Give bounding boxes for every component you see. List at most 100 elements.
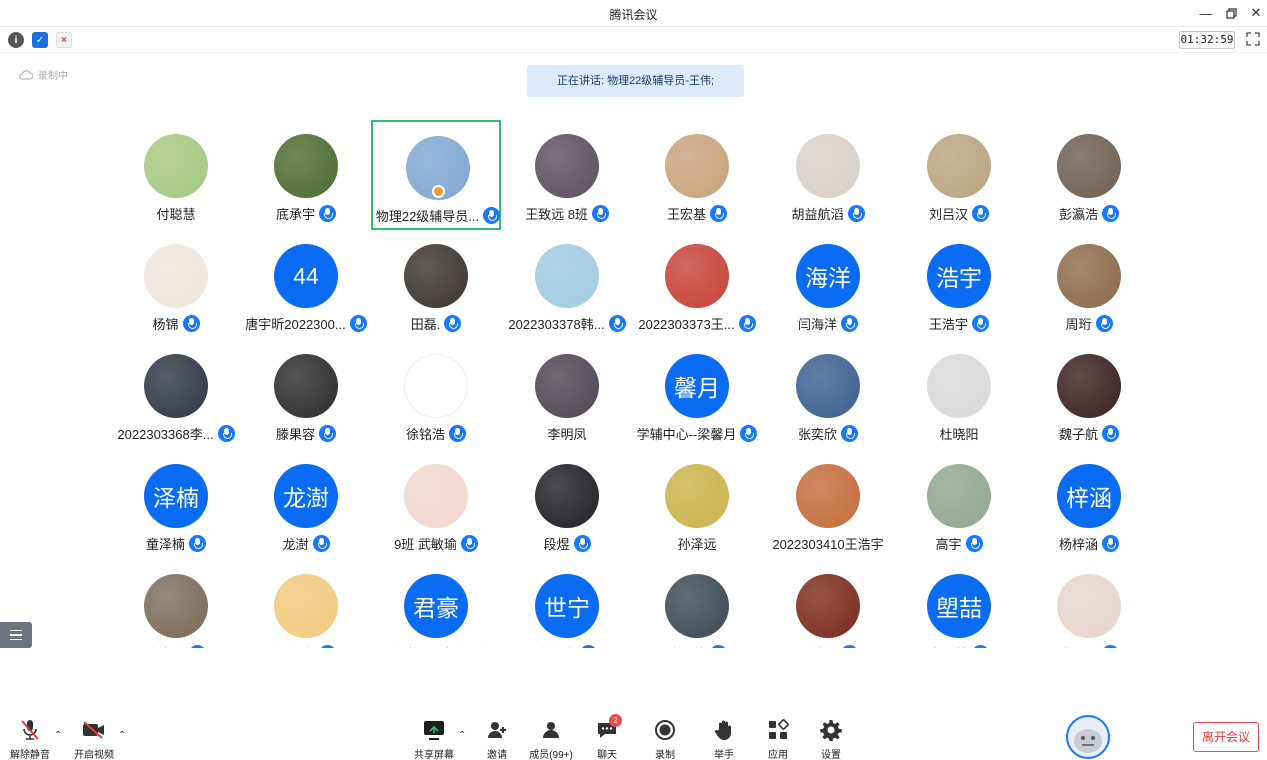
participant-label: 魏子航	[1014, 424, 1164, 443]
participant-tile[interactable]: 梓涵 杨梓涵	[1024, 450, 1154, 560]
participant-tile[interactable]: 高宇	[894, 450, 1024, 560]
mic-icon	[319, 645, 336, 648]
mic-icon	[189, 535, 206, 552]
participant-tile[interactable]: 物理22级辅导员...	[371, 120, 501, 230]
info-icon[interactable]: i	[8, 32, 24, 48]
mic-icon	[182, 315, 200, 332]
share-screen-button[interactable]: 共享屏幕	[404, 718, 464, 760]
participant-tile[interactable]: 陈熙航	[632, 560, 762, 648]
settings-button[interactable]: 设置	[801, 718, 861, 760]
participant-name: 9班 武敏瑜	[394, 537, 457, 552]
participant-tile[interactable]: 龙澍 龙澍	[241, 450, 371, 560]
participant-tile[interactable]: 刘吕汉	[894, 120, 1024, 230]
participant-tile[interactable]: 何振宇	[241, 560, 371, 648]
unmute-button[interactable]: 解除静音	[0, 718, 60, 760]
members-icon	[539, 718, 563, 742]
raise-hand-button[interactable]: 举手	[694, 718, 754, 760]
chat-button[interactable]: 2 聊天	[577, 714, 637, 760]
participant-tile[interactable]: 浩宇 王浩宇	[894, 230, 1024, 340]
minimize-icon[interactable]: —	[1196, 4, 1216, 22]
mic-icon	[972, 205, 989, 222]
members-button[interactable]: 成员(99+)	[521, 718, 581, 760]
participant-name: 李嘉豪	[146, 644, 185, 648]
participant-tile[interactable]: 李嘉豪	[111, 560, 241, 648]
participant-name: 物理22级辅导员...	[375, 209, 480, 224]
participant-tile[interactable]: 孙泽远	[632, 450, 762, 560]
participant-avatar	[144, 354, 208, 418]
participant-tile[interactable]: 底承宇	[241, 120, 371, 230]
participant-tile[interactable]: 杜晓阳	[894, 340, 1024, 450]
network-icon[interactable]: ×	[56, 32, 72, 48]
mic-icon	[1102, 535, 1119, 552]
participant-avatar	[1057, 134, 1121, 198]
apps-button[interactable]: 应用	[748, 718, 808, 760]
participant-tile[interactable]: 崔子昕	[1024, 560, 1154, 648]
participant-tile[interactable]: 2022303368李...	[111, 340, 241, 450]
participant-tile[interactable]: 张奕欣	[763, 340, 893, 450]
participant-tile[interactable]: 魏子航	[1024, 340, 1154, 450]
start-video-label: 开启视频	[74, 750, 114, 760]
participant-label: 李嘉豪	[101, 644, 251, 648]
participant-tile[interactable]: 彭瀛浩	[1024, 120, 1154, 230]
record-button[interactable]: 录制	[635, 718, 695, 760]
participant-tile[interactable]: 杨锦	[111, 230, 241, 340]
participant-tile[interactable]: 张捷铭	[763, 560, 893, 648]
participant-tile[interactable]: 2022303378韩...	[502, 230, 632, 340]
invite-label: 邀请	[487, 750, 507, 760]
shield-icon[interactable]: ✓	[32, 32, 48, 48]
apps-icon	[766, 718, 790, 742]
participant-label: 唐宇昕2022300...	[231, 314, 381, 333]
participant-tile[interactable]: 王宏基	[632, 120, 762, 230]
participant-tile[interactable]: 2022303410王浩宇	[763, 450, 893, 560]
participant-avatar	[144, 244, 208, 308]
mic-icon	[1102, 205, 1119, 222]
video-options-caret[interactable]: ⌃	[118, 730, 126, 741]
participant-tile[interactable]: 泽楠 童泽楠	[111, 450, 241, 560]
participant-tile[interactable]: 君豪 22级物理1班李君豪	[371, 560, 501, 648]
participant-tile[interactable]: 世宁李世宁	[502, 560, 632, 648]
participant-tile[interactable]: 馨月 学辅中心--梁馨月	[632, 340, 762, 450]
participant-tile[interactable]: 2022303373王...	[632, 230, 762, 340]
mic-icon	[580, 645, 597, 648]
start-video-button[interactable]: 开启视频	[64, 718, 124, 760]
invite-button[interactable]: 邀请	[467, 718, 527, 760]
participant-label: 杨梓涵	[1014, 534, 1164, 553]
participant-tile[interactable]: 李明凤	[502, 340, 632, 450]
participant-tile[interactable]: 塱喆崔盟喆	[894, 560, 1024, 648]
leave-meeting-button[interactable]: 离开会议	[1193, 722, 1259, 752]
participant-avatar	[927, 354, 991, 418]
share-options-caret[interactable]: ⌃	[458, 730, 466, 741]
participant-tile[interactable]: 付聪慧	[111, 120, 241, 230]
fullscreen-icon[interactable]	[1246, 32, 1260, 46]
participant-tile[interactable]: 王致远 8班	[502, 120, 632, 230]
participant-name: 李明凤	[547, 427, 587, 442]
participant-tile[interactable]: 段煜	[502, 450, 632, 560]
self-avatar[interactable]	[1066, 715, 1110, 759]
mic-icon	[449, 425, 466, 442]
avatar-initials: 梓涵	[1066, 485, 1112, 511]
participant-tile[interactable]: 田磊.	[371, 230, 501, 340]
window-title: 腾讯会议	[609, 8, 658, 22]
participant-tile[interactable]: 徐铭浩	[371, 340, 501, 450]
participant-label: 徐铭浩	[361, 424, 511, 443]
avatar-initials: 龙澍	[283, 485, 329, 511]
participant-tile[interactable]: 9班 武敏瑜	[371, 450, 501, 560]
close-icon[interactable]: ✕	[1246, 4, 1266, 22]
restore-icon[interactable]	[1221, 4, 1241, 22]
participant-name: 陈熙航	[667, 644, 706, 648]
participant-label: 王致远 8班	[492, 204, 642, 223]
chat-label: 聊天	[597, 750, 617, 760]
participant-avatar	[665, 464, 729, 528]
participant-label: 李世宁	[492, 644, 642, 648]
mic-icon	[319, 425, 336, 442]
participant-tile[interactable]: 滕果容	[241, 340, 371, 450]
participant-tile[interactable]: 海洋 闫海洋	[763, 230, 893, 340]
participant-tile[interactable]: 胡益航滔	[763, 120, 893, 230]
participant-label: 彭瀛浩	[1014, 204, 1164, 223]
audio-options-caret[interactable]: ⌃	[54, 730, 62, 741]
participant-tile[interactable]: 周珩	[1024, 230, 1154, 340]
list-view-button[interactable]	[0, 622, 32, 648]
mic-icon	[1102, 645, 1119, 648]
participant-tile[interactable]: 44 唐宇昕2022300...	[241, 230, 371, 340]
participant-avatar	[1057, 354, 1121, 418]
